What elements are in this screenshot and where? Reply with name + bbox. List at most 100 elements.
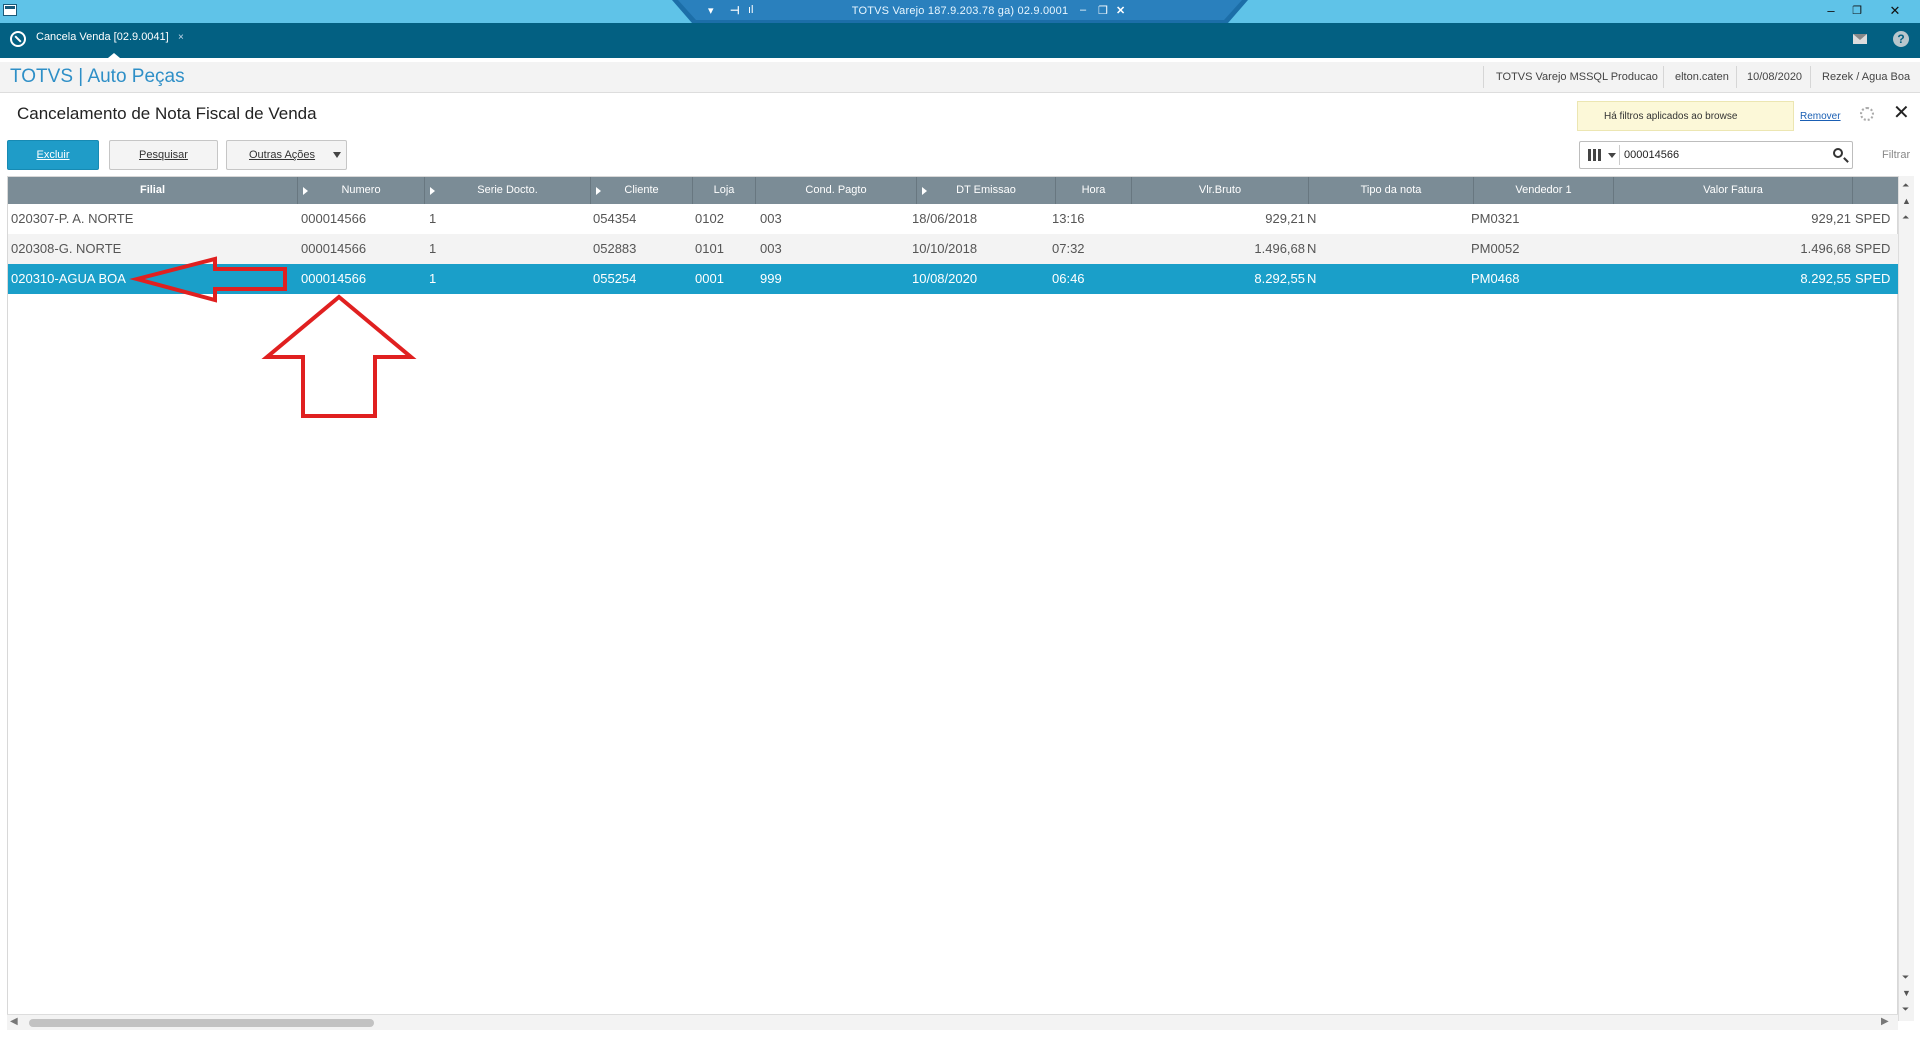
columns-icon[interactable] — [1588, 149, 1602, 161]
cell-extra: SPED — [1855, 241, 1891, 256]
col-header-dt-emissao[interactable]: DT Emissao — [917, 177, 1056, 204]
more-actions-button[interactable]: Outras Ações — [226, 140, 347, 170]
cell-valor-fatura: 929,21 — [1811, 211, 1851, 226]
cell-vendedor: PM0468 — [1471, 271, 1520, 286]
sort-marker-icon — [430, 187, 435, 195]
search-input[interactable] — [1624, 146, 1814, 164]
cell-cliente: 055254 — [593, 271, 637, 286]
cell-vendedor: PM0321 — [1471, 211, 1520, 226]
remove-filter-link[interactable]: Remover — [1800, 111, 1841, 122]
branch-label[interactable]: Rezek / Agua Boa — [1822, 71, 1910, 83]
col-header-hora[interactable]: Hora — [1056, 177, 1132, 204]
col-header-tipo-nota[interactable]: Tipo da nota — [1309, 177, 1474, 204]
scroll-page-down-icon[interactable]: ⏷ — [1902, 972, 1909, 983]
restore-icon[interactable]: ❐ — [1846, 2, 1868, 20]
window-title-bar: TOTVS Varejo 187.9.203.78 ga) 02.9.0001 … — [0, 0, 1920, 23]
col-header-cliente-label: Cliente — [624, 184, 659, 196]
remote-connection-bar[interactable]: TOTVS Varejo 187.9.203.78 ga) 02.9.0001 … — [672, 0, 1248, 23]
col-header-numero-label: Numero — [341, 184, 381, 196]
signal-icon: ıl — [748, 4, 754, 16]
table-row[interactable]: 020307-P. A. NORTE 000014566 1 054354 01… — [8, 204, 1899, 234]
scroll-right-icon[interactable]: ▶ — [1881, 1016, 1889, 1027]
scroll-up-icon[interactable]: ▲ — [1902, 196, 1911, 206]
col-header-serie[interactable]: Serie Docto. — [425, 177, 591, 204]
cell-valor-fatura: 8.292,55 — [1800, 271, 1851, 286]
remote-title: TOTVS Varejo 187.9.203.78 ga) 02.9.0001 — [851, 5, 1069, 17]
cell-cliente: 052883 — [593, 241, 637, 256]
help-icon[interactable]: ? — [1893, 31, 1909, 47]
col-header-loja[interactable]: Loja — [693, 177, 756, 204]
cell-vlr-bruto: 8.292,55 — [1254, 271, 1305, 286]
brand-title: TOTVS | Auto Peças — [10, 66, 185, 87]
header-divider — [1736, 66, 1737, 88]
scroll-top-icon[interactable]: ⏶ — [1902, 180, 1909, 191]
remote-close-icon[interactable]: ✕ — [1116, 4, 1125, 17]
tab-cancela-venda[interactable]: Cancela Venda [02.9.0041] — [36, 31, 169, 43]
horizontal-scroll-thumb[interactable] — [29, 1019, 374, 1027]
col-header-serie-label: Serie Docto. — [477, 184, 538, 196]
close-window-icon[interactable]: ✕ — [1884, 2, 1906, 20]
scroll-down-icon[interactable]: ▼ — [1902, 988, 1911, 998]
sort-marker-icon — [303, 187, 308, 195]
cell-vlr-bruto: 1.496,68 — [1254, 241, 1305, 256]
search-button[interactable]: Pesquisar — [109, 140, 218, 170]
sort-marker-icon — [596, 187, 601, 195]
search-box — [1579, 141, 1853, 169]
cell-extra: SPED — [1855, 211, 1891, 226]
col-header-cond-pagto[interactable]: Cond. Pagto — [756, 177, 917, 204]
cell-loja: 0102 — [695, 211, 724, 226]
horizontal-scrollbar[interactable]: ◀ ▶ — [7, 1014, 1898, 1030]
search-divider — [1619, 145, 1620, 165]
cell-numero: 000014566 — [301, 241, 367, 256]
mail-icon[interactable] — [1853, 34, 1867, 44]
scroll-bottom-icon[interactable]: ⏷ — [1902, 1004, 1909, 1015]
pin-icon[interactable]: ⊣ — [730, 4, 740, 17]
tab-close-icon[interactable]: × — [178, 32, 184, 43]
cell-vendedor: PM0052 — [1471, 241, 1520, 256]
filter-notice: Há filtros aplicados ao browse Remover — [1577, 101, 1841, 131]
cell-tipo-nota: N — [1307, 271, 1317, 286]
close-form-icon[interactable]: ✕ — [1893, 103, 1910, 123]
cell-filial: 020310-AGUA BOA — [11, 271, 126, 286]
col-header-vlr-bruto[interactable]: Vlr.Bruto — [1132, 177, 1309, 204]
col-header-vendedor[interactable]: Vendedor 1 — [1474, 177, 1614, 204]
search-icon[interactable] — [1833, 148, 1843, 158]
cell-hora: 13:16 — [1052, 211, 1085, 226]
cell-cond-pagto: 003 — [760, 211, 782, 226]
cell-numero: 000014566 — [301, 211, 367, 226]
header-divider — [1810, 66, 1811, 88]
cell-cliente: 054354 — [593, 211, 637, 226]
cell-dt-emissao: 18/06/2018 — [912, 211, 978, 226]
vertical-scrollbar[interactable]: ⏶ ▲ ⏶ ⏷ ▼ ⏷ — [1898, 176, 1914, 1021]
remote-minimize-icon[interactable]: – — [1080, 4, 1086, 16]
totvs-logo-icon[interactable] — [10, 31, 26, 47]
cell-filial: 020307-P. A. NORTE — [11, 211, 134, 226]
cell-tipo-nota: N — [1307, 241, 1317, 256]
filter-button[interactable]: Filtrar — [1882, 149, 1910, 161]
user-label: elton.caten — [1675, 71, 1729, 83]
app-window-icon — [3, 4, 17, 16]
col-header-filial[interactable]: Filial — [8, 177, 298, 204]
column-selector-dropdown-icon[interactable] — [1608, 153, 1616, 158]
date-label: 10/08/2020 — [1747, 71, 1803, 83]
col-header-extra[interactable] — [1853, 177, 1899, 204]
col-header-cliente[interactable]: Cliente — [591, 177, 693, 204]
col-header-valor-fatura[interactable]: Valor Fatura — [1614, 177, 1853, 204]
grid-header: Filial Numero Serie Docto. Cliente Loja … — [8, 177, 1899, 204]
app-header: TOTVS | Auto Peças TOTVS Varejo MSSQL Pr… — [0, 62, 1920, 93]
cell-extra: SPED — [1855, 271, 1891, 286]
col-header-numero[interactable]: Numero — [298, 177, 425, 204]
table-row-selected[interactable]: 020310-AGUA BOA 000014566 1 055254 0001 … — [8, 264, 1899, 294]
delete-button[interactable]: Excluir — [7, 140, 99, 170]
minimize-icon[interactable]: – — [1820, 2, 1842, 20]
cell-cond-pagto: 003 — [760, 241, 782, 256]
cell-vlr-bruto: 929,21 — [1265, 211, 1305, 226]
settings-gear-icon[interactable] — [1860, 107, 1874, 121]
cell-dt-emissao: 10/08/2020 — [912, 271, 978, 286]
table-row[interactable]: 020308-G. NORTE 000014566 1 052883 0101 … — [8, 234, 1899, 264]
scroll-left-icon[interactable]: ◀ — [10, 1016, 18, 1027]
pin-dropdown-icon[interactable]: ▾ — [708, 4, 714, 17]
page-title: Cancelamento de Nota Fiscal de Venda — [17, 104, 317, 123]
scroll-page-up-icon[interactable]: ⏶ — [1902, 212, 1909, 223]
remote-restore-icon[interactable]: ❐ — [1098, 4, 1108, 17]
